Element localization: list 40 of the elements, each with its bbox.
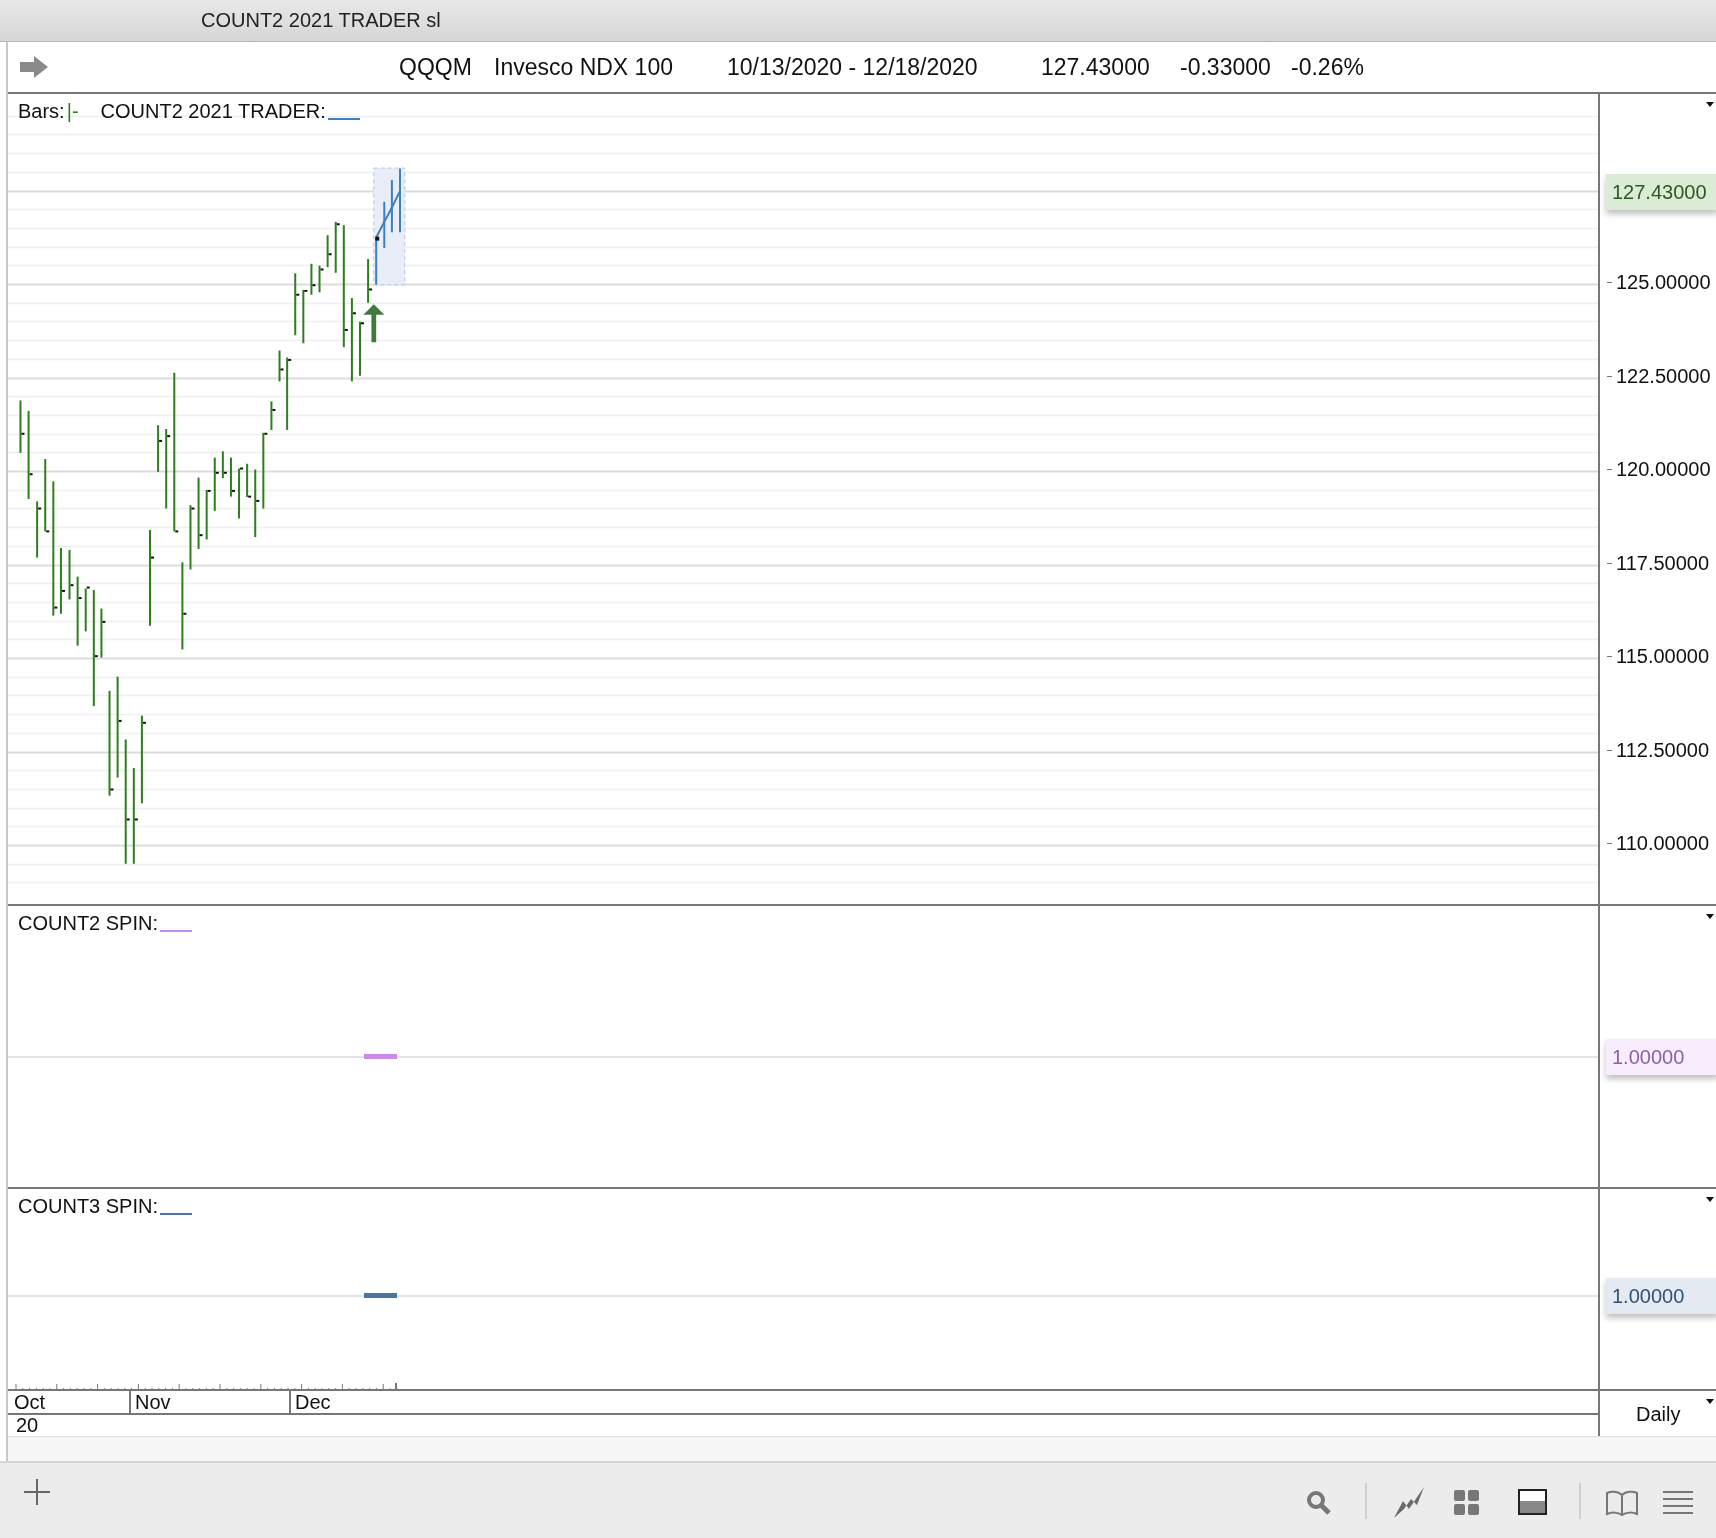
year-label: 20 bbox=[16, 1415, 39, 1435]
search-icon[interactable] bbox=[1306, 1490, 1332, 1516]
axis-label: 110.00000 bbox=[1616, 832, 1710, 855]
up-arrow-icon bbox=[363, 304, 385, 343]
window-title: COUNT2 2021 TRADER sl bbox=[201, 9, 441, 32]
zigzag-line-icon[interactable] bbox=[1393, 1487, 1425, 1519]
date-range: 10/13/2020 - 12/18/2020 bbox=[727, 54, 978, 81]
percent-change: -0.26% bbox=[1291, 54, 1364, 81]
add-icon[interactable] bbox=[22, 1477, 52, 1507]
last-price: 127.43000 bbox=[1041, 54, 1150, 81]
price-badge: 127.43000 bbox=[1606, 174, 1716, 210]
value-badge: 1.00000 bbox=[1606, 1278, 1716, 1314]
bars-sample: |- bbox=[66, 100, 79, 123]
price-change: -0.33000 bbox=[1180, 54, 1271, 81]
menu-icon[interactable] bbox=[1663, 1490, 1693, 1514]
dropdown-caret-icon[interactable] bbox=[1706, 1399, 1714, 1404]
symbol: QQQM bbox=[399, 54, 472, 81]
axis-label: 125.00000 bbox=[1616, 271, 1711, 294]
study-label: COUNT3 SPIN: bbox=[18, 1195, 159, 1218]
axis-label: 117.50000 bbox=[1616, 551, 1710, 575]
dropdown-caret-icon[interactable] bbox=[1706, 914, 1714, 919]
bars-label: Bars: bbox=[18, 100, 65, 123]
axis-label: 120.00000 bbox=[1616, 458, 1711, 481]
study-label: COUNT2 2021 TRADER: bbox=[100, 100, 326, 123]
dropdown-caret-icon[interactable] bbox=[1706, 1197, 1714, 1202]
axis-label: 112.50000 bbox=[1616, 738, 1710, 762]
dropdown-caret-icon[interactable] bbox=[1706, 102, 1714, 107]
month-label: Nov bbox=[129, 1391, 171, 1413]
month-label: Oct bbox=[13, 1391, 46, 1413]
axis-label: 115.00000 bbox=[1616, 645, 1710, 668]
axis-label: 122.50000 bbox=[1616, 364, 1711, 388]
value-badge: 1.00000 bbox=[1606, 1039, 1716, 1075]
interval-selector[interactable]: Daily bbox=[1636, 1403, 1681, 1426]
month-label: Dec bbox=[289, 1391, 331, 1413]
arrow-icon[interactable] bbox=[20, 56, 48, 78]
book-icon[interactable] bbox=[1606, 1490, 1638, 1516]
panel-layout-icon[interactable] bbox=[1518, 1489, 1547, 1515]
grid-icon[interactable] bbox=[1454, 1490, 1480, 1516]
study-label: COUNT2 SPIN: bbox=[18, 912, 159, 935]
instrument-name: Invesco NDX 100 bbox=[494, 54, 673, 81]
